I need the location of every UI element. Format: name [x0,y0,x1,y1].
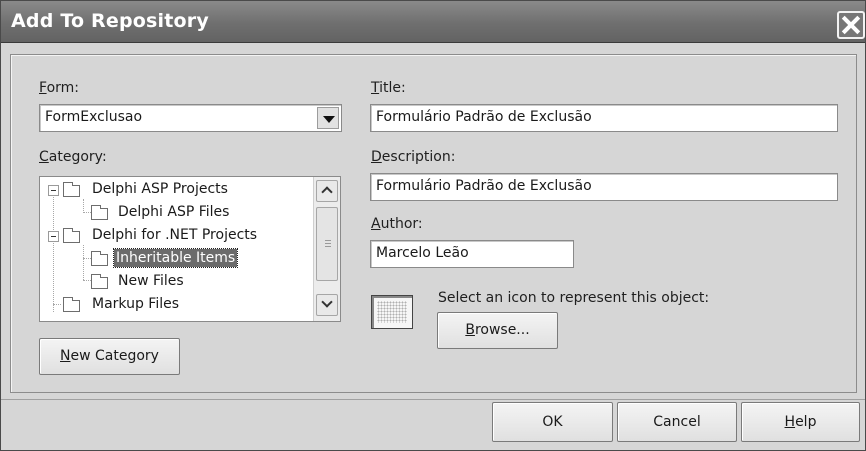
tree-item-inheritable-items[interactable]: Inheritable Items [40,248,312,270]
title-label: Title: [371,80,406,96]
form-combobox[interactable]: FormExclusao [39,104,342,132]
object-icon-preview [371,295,413,329]
tree-item-label: Delphi ASP Projects [92,181,228,197]
title-input[interactable]: Formulário Padrão de Exclusão [370,104,838,132]
author-input[interactable]: Marcelo Leão [370,240,574,268]
folder-icon [63,182,80,197]
dialog-title: Add To Repository [11,10,209,32]
author-label: Author: [371,216,423,232]
browse-button[interactable]: Browse... [437,312,558,349]
tree-item-label: Delphi for .NET Projects [92,227,258,243]
tree-item-delphi-for-net-projects[interactable]: Delphi for .NET Projects [40,225,312,247]
folder-icon [91,205,108,220]
dropdown-arrow-icon[interactable] [317,107,339,129]
form-label: Form: [39,80,79,96]
tree-item-label: Delphi ASP Files [118,204,230,220]
folder-icon [91,251,108,266]
scroll-up-icon[interactable] [316,180,338,202]
collapse-icon[interactable] [48,231,59,242]
collapse-icon[interactable] [48,185,59,196]
close-icon[interactable] [837,11,865,39]
form-value: FormExclusao [45,109,143,125]
scroll-down-icon[interactable] [316,294,338,316]
icon-prompt: Select an icon to represent this object: [438,290,710,306]
new-category-button[interactable]: New Category [39,338,180,375]
category-tree[interactable]: Delphi ASP Projects Delphi ASP Files Del… [39,176,341,322]
tree-item-label-selected: Inheritable Items [112,248,239,268]
tree-item-label: Markup Files [92,296,180,312]
separator [1,399,865,400]
grip-icon [325,240,331,241]
scroll-thumb[interactable] [316,207,338,281]
tree-item-delphi-asp-projects[interactable]: Delphi ASP Projects [40,179,312,201]
category-label: Category: [39,149,107,165]
tree-item-markup-files[interactable]: Markup Files [40,294,312,316]
tree-item-label: New Files [118,273,184,289]
folder-icon [63,297,80,312]
cancel-button[interactable]: Cancel [617,402,737,442]
folder-icon [91,274,108,289]
title-bar[interactable]: Add To Repository [1,1,865,43]
description-input[interactable]: Formulário Padrão de Exclusão [370,173,838,201]
ok-button[interactable]: OK [492,402,613,442]
tree-item-new-files[interactable]: New Files [40,271,312,293]
tree-item-delphi-asp-files[interactable]: Delphi ASP Files [40,202,312,224]
description-label: Description: [371,149,456,165]
tree-scrollbar[interactable] [313,177,340,321]
add-to-repository-dialog: Add To Repository Form: FormExclusao Cat… [0,0,866,451]
folder-icon [63,228,80,243]
help-button[interactable]: Help [741,402,860,442]
